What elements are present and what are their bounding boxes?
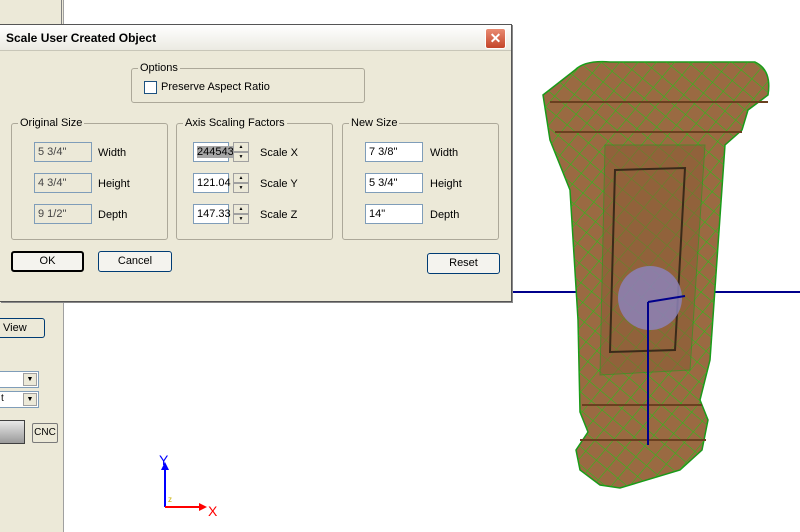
left-combo-2[interactable]: t ▼ — [0, 391, 39, 408]
scale-z-label: Scale Z — [260, 209, 298, 221]
original-width-field: 5 3/4" — [34, 142, 92, 162]
spin-down-icon[interactable]: ▼ — [233, 152, 249, 162]
triad-z-label: z — [168, 495, 172, 504]
cnc-button[interactable]: CNC — [32, 423, 58, 443]
scale-y-spinner[interactable]: ▲ ▼ — [233, 173, 249, 193]
original-height-label: Height — [98, 178, 130, 190]
axis-scaling-group: Axis Scaling Factors 244543 ▲ ▼ Scale X 1… — [176, 117, 333, 240]
original-size-group: Original Size 5 3/4" Width 4 3/4" Height… — [11, 117, 168, 240]
spin-up-icon[interactable]: ▲ — [233, 173, 249, 183]
view-button[interactable]: View — [0, 318, 45, 338]
reset-button[interactable]: Reset — [427, 253, 500, 274]
triad-x-label: X — [208, 503, 218, 519]
new-width-input[interactable]: 7 3/8" — [365, 142, 423, 162]
new-depth-input[interactable]: 14" — [365, 204, 423, 224]
preserve-aspect-checkbox[interactable] — [144, 81, 157, 94]
left-panel-top-strip — [0, 0, 62, 24]
scale-x-spinner[interactable]: ▲ ▼ — [233, 142, 249, 162]
spin-down-icon[interactable]: ▼ — [233, 214, 249, 224]
original-depth-field: 9 1/2" — [34, 204, 92, 224]
scale-x-value: 244543 — [197, 146, 234, 158]
options-legend: Options — [138, 62, 180, 74]
3d-viewport[interactable] — [510, 40, 800, 500]
scale-y-input[interactable]: 121.04 — [193, 173, 231, 193]
ok-button[interactable]: OK — [11, 251, 84, 272]
triad-y-label: Y — [159, 452, 169, 468]
dialog-titlebar[interactable]: Scale User Created Object ✕ — [0, 25, 511, 51]
original-width-label: Width — [98, 147, 127, 159]
new-size-group: New Size 7 3/8" Width 5 3/4" Height 14" … — [342, 117, 499, 240]
new-height-label: Height — [430, 178, 462, 190]
axis-triad: Y X z — [159, 452, 218, 519]
scale-x-input[interactable]: 244543 — [193, 142, 234, 162]
dialog-title: Scale User Created Object — [6, 31, 157, 45]
scale-z-input[interactable]: 147.33 — [193, 204, 231, 224]
scale-z-spinner[interactable]: ▲ ▼ — [233, 204, 249, 224]
color-swatch-button[interactable] — [0, 420, 25, 444]
spin-down-icon[interactable]: ▼ — [233, 183, 249, 193]
scale-y-label: Scale Y — [260, 178, 298, 190]
original-depth-label: Depth — [98, 209, 128, 221]
left-combo-1[interactable]: ▼ — [0, 371, 39, 388]
left-combo-2-value: t — [1, 393, 4, 404]
options-group: Options Preserve Aspect Ratio — [131, 62, 365, 103]
spin-up-icon[interactable]: ▲ — [233, 204, 249, 214]
new-depth-label: Depth — [430, 209, 460, 221]
cancel-button[interactable]: Cancel — [98, 251, 172, 272]
dropdown-arrow-icon[interactable]: ▼ — [23, 393, 37, 406]
original-height-field: 4 3/4" — [34, 173, 92, 193]
axis-scaling-legend: Axis Scaling Factors — [183, 117, 287, 129]
preserve-aspect-label[interactable]: Preserve Aspect Ratio — [161, 81, 270, 93]
dropdown-arrow-icon[interactable]: ▼ — [23, 373, 37, 386]
new-size-legend: New Size — [349, 117, 400, 129]
new-height-input[interactable]: 5 3/4" — [365, 173, 423, 193]
close-icon[interactable]: ✕ — [485, 28, 506, 49]
new-width-label: Width — [430, 147, 459, 159]
scale-x-label: Scale X — [260, 147, 298, 159]
original-size-legend: Original Size — [18, 117, 85, 129]
spin-up-icon[interactable]: ▲ — [233, 142, 249, 152]
scale-object-dialog: Scale User Created Object ✕ Options Pres… — [0, 24, 512, 302]
